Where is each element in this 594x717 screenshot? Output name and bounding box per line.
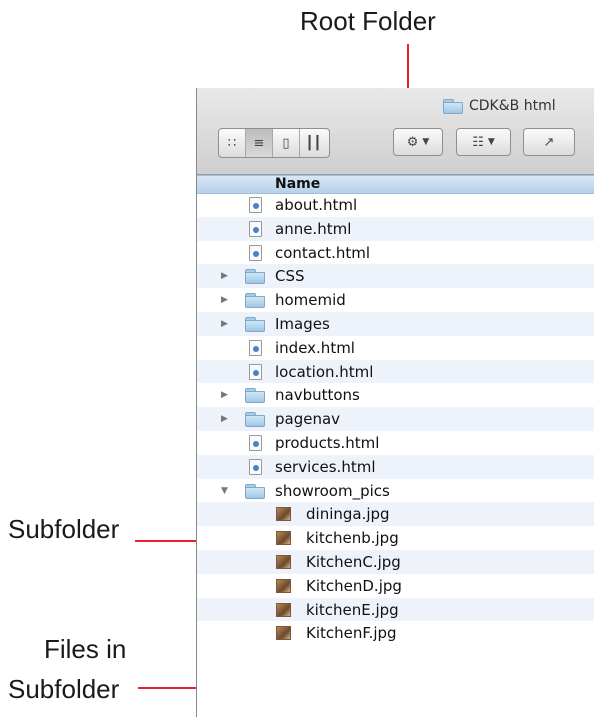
subfolder-annotation: Subfolder [8, 514, 120, 544]
action-button[interactable]: ⚙ ▼ [393, 128, 443, 156]
html-file-icon [249, 197, 262, 213]
files-annotation-line2: Subfolder [8, 674, 120, 704]
html-file-icon [249, 339, 262, 356]
folder-icon [443, 98, 463, 114]
name-column-label: Name [275, 176, 321, 192]
disclosure-closed-icon[interactable]: ▶ [221, 264, 228, 288]
file-name-label: CSS [275, 267, 305, 286]
folder-icon [245, 412, 265, 428]
file-name-label: services.html [275, 457, 376, 476]
image-thumbnail-icon [276, 555, 291, 569]
file-row[interactable]: dininga.jpg [197, 502, 594, 527]
finder-toolbar: CDK&B html ∷ ≡ ▯ ┃┃ ⚙ ▼ ☷ ▼ ↗ [197, 88, 594, 175]
disclosure-open-icon[interactable]: ▼ [221, 479, 228, 503]
folder-row[interactable]: ▶ navbuttons [197, 383, 594, 407]
html-file-icon [249, 363, 262, 380]
disclosure-closed-icon[interactable]: ▶ [221, 383, 228, 407]
coverflow-view-button[interactable]: ┃┃ [300, 129, 327, 157]
folder-icon [245, 269, 265, 285]
root-folder-arrow-line [407, 44, 409, 90]
list-view-button[interactable]: ≡ [246, 129, 273, 157]
file-row[interactable]: kitchenb.jpg [197, 526, 594, 550]
file-row[interactable]: index.html [197, 336, 594, 360]
file-row[interactable]: services.html [197, 454, 594, 479]
root-folder-annotation: Root Folder [300, 6, 436, 36]
disclosure-closed-icon[interactable]: ▶ [221, 407, 228, 431]
disclosure-closed-icon[interactable]: ▶ [221, 312, 228, 336]
html-file-icon [249, 220, 262, 237]
file-name-label: anne.html [275, 219, 352, 238]
column-view-icon: ▯ [282, 135, 290, 151]
file-name-label: navbuttons [275, 386, 360, 405]
image-thumbnail-icon [276, 602, 291, 617]
image-thumbnail-icon [276, 626, 291, 641]
file-row[interactable]: kitchenE.jpg [197, 597, 594, 622]
folder-row[interactable]: ▶ Images [197, 312, 594, 336]
html-file-icon [249, 244, 262, 261]
folder-row[interactable]: ▼ showroom_pics [197, 479, 594, 503]
file-row[interactable]: anne.html [197, 216, 594, 241]
file-name-label: products.html [275, 434, 380, 452]
file-name-label: dininga.jpg [306, 505, 390, 524]
file-row[interactable]: KitchenF.jpg [197, 621, 594, 645]
file-row[interactable]: KitchenD.jpg [197, 574, 594, 598]
file-name-label: showroom_pics [275, 481, 390, 500]
chevron-down-icon: ▼ [487, 137, 495, 147]
image-thumbnail-icon [276, 578, 291, 593]
file-name-label: KitchenD.jpg [306, 576, 402, 595]
finder-window: CDK&B html ∷ ≡ ▯ ┃┃ ⚙ ▼ ☷ ▼ ↗ Name about… [196, 88, 594, 717]
image-thumbnail-icon [276, 531, 291, 546]
file-name-label: KitchenF.jpg [306, 624, 397, 643]
file-name-label: pagenav [275, 410, 341, 429]
file-row[interactable]: contact.html [197, 241, 594, 265]
file-row[interactable]: products.html [197, 431, 594, 455]
icon-view-icon: ∷ [227, 135, 237, 151]
file-list: Name about.html anne.html contact.html ▶ CSS… [197, 175, 594, 717]
chevron-down-icon: ▼ [422, 137, 430, 147]
file-name-label: contact.html [275, 243, 371, 262]
file-name-label: about.html [275, 196, 358, 214]
files-annotation-line1: Files in [44, 634, 127, 664]
file-row[interactable]: KitchenC.jpg [197, 550, 594, 574]
column-view-button[interactable]: ▯ [273, 129, 300, 157]
coverflow-view-icon: ┃┃ [305, 135, 322, 151]
folder-row[interactable]: ▶ CSS [197, 264, 594, 289]
arrange-button[interactable]: ☷ ▼ [456, 128, 511, 156]
file-name-label: KitchenC.jpg [306, 553, 401, 571]
file-row[interactable]: location.html [197, 359, 594, 384]
gear-icon: ⚙ [406, 134, 419, 150]
arrange-icon: ☷ [472, 134, 484, 150]
disclosure-closed-icon[interactable]: ▶ [221, 288, 228, 312]
share-icon: ↗ [543, 134, 555, 150]
folder-icon [245, 317, 265, 332]
file-row[interactable]: about.html [197, 193, 594, 217]
window-title-label: CDK&B html [469, 98, 556, 114]
icon-view-button[interactable]: ∷ [219, 129, 246, 157]
list-view-icon: ≡ [253, 135, 265, 151]
share-button[interactable]: ↗ [523, 128, 575, 156]
html-file-icon [249, 458, 262, 475]
image-thumbnail-icon [276, 507, 291, 522]
file-name-label: location.html [275, 362, 374, 381]
file-name-label: kitchenb.jpg [306, 529, 399, 548]
file-name-label: index.html [275, 338, 355, 357]
folder-icon [245, 483, 265, 499]
folder-row[interactable]: ▶ homemid [197, 288, 594, 312]
file-name-label: kitchenE.jpg [306, 600, 399, 619]
file-name-label: Images [275, 315, 330, 333]
file-name-label: homemid [275, 291, 346, 310]
folder-icon [245, 293, 265, 309]
html-file-icon [249, 435, 262, 451]
name-column-header[interactable]: Name [197, 175, 594, 194]
folder-row[interactable]: ▶ pagenav [197, 407, 594, 431]
view-mode-control: ∷ ≡ ▯ ┃┃ [218, 128, 330, 158]
folder-icon [245, 388, 265, 404]
window-title: CDK&B html [443, 96, 556, 116]
